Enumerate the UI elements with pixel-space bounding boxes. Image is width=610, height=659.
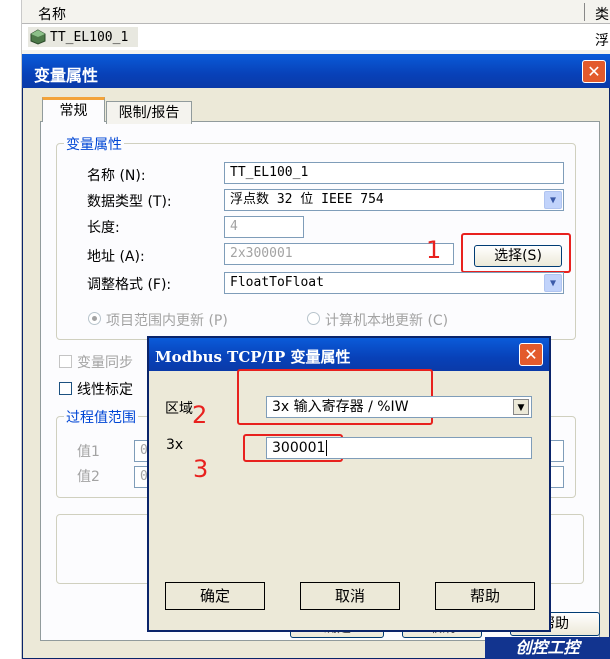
watermark: 创控工控 xyxy=(485,637,610,659)
chevron-down-icon[interactable]: ▼ xyxy=(544,274,562,292)
format-select[interactable]: FloatToFloat ▼ xyxy=(224,272,564,294)
modbus-cancel-button[interactable]: 取消 xyxy=(300,582,400,610)
address-3x-label: 3x xyxy=(166,437,184,453)
process-value-title: 过程值范围 xyxy=(64,407,138,427)
select-button[interactable]: 选择(S) xyxy=(474,245,562,267)
address-field: 2x300001 xyxy=(224,243,454,265)
tab-general[interactable]: 常规 xyxy=(42,97,105,122)
format-label: 调整格式 (F): xyxy=(87,277,172,293)
modbus-close-button[interactable]: ✕ xyxy=(519,343,543,366)
length-label: 长度: xyxy=(87,220,120,236)
list-row-name: TT_EL100_1 xyxy=(50,30,129,45)
modbus-ok-button[interactable]: 确定 xyxy=(165,582,265,610)
annotation-3: 3 xyxy=(193,455,209,483)
list-header xyxy=(22,0,610,24)
area-value: 3x 输入寄存器 / %IW xyxy=(272,399,409,415)
modbus-title: Modbus TCP/IP 变量属性 xyxy=(155,348,351,366)
column-separator[interactable] xyxy=(584,3,585,21)
close-icon: ✕ xyxy=(524,345,538,364)
datatype-select[interactable]: 浮点数 32 位 IEEE 754 ▼ xyxy=(224,189,564,211)
dialog-title: 变量属性 xyxy=(34,66,99,85)
left-strip xyxy=(0,0,22,659)
area-label: 区域 xyxy=(165,401,193,417)
name-label: 名称 (N): xyxy=(87,168,146,184)
name-field[interactable]: TT_EL100_1 xyxy=(224,162,564,184)
checkbox-linear-label: 线性标定 xyxy=(77,382,133,398)
radio-dot-icon xyxy=(92,316,97,321)
close-icon: ✕ xyxy=(587,62,601,81)
datatype-value: 浮点数 32 位 IEEE 754 xyxy=(230,192,384,207)
address-3x-value: 300001 xyxy=(272,440,326,456)
dialog-close-button[interactable]: ✕ xyxy=(582,60,606,83)
chevron-down-icon[interactable]: ▼ xyxy=(544,191,562,209)
radio-local[interactable] xyxy=(307,312,320,325)
area-select[interactable]: 3x 输入寄存器 / %IW ▼ xyxy=(266,396,532,418)
address-3x-input[interactable]: 300001 xyxy=(266,437,532,459)
tab-limits-report[interactable]: 限制/报告 xyxy=(106,101,192,124)
value1-label: 值1 xyxy=(77,444,100,460)
radio-project-wide[interactable] xyxy=(88,312,101,325)
address-label: 地址 (A): xyxy=(87,249,145,265)
group-title: 变量属性 xyxy=(64,134,124,154)
modbus-help-button[interactable]: 帮助 xyxy=(435,582,535,610)
dialog-titlebar[interactable] xyxy=(22,54,610,88)
chevron-down-icon[interactable]: ▼ xyxy=(513,399,529,415)
length-field: 4 xyxy=(224,216,304,238)
list-row-type: 浮 xyxy=(595,33,609,49)
annotation-1: 1 xyxy=(426,236,442,264)
column-header-type[interactable]: 类 xyxy=(595,4,609,24)
format-value: FloatToFloat xyxy=(230,275,324,290)
checkbox-linear-scaling[interactable] xyxy=(59,382,72,395)
variable-icon xyxy=(30,29,46,45)
radio-project-label: 项目范围内更新 (P) xyxy=(106,313,228,329)
annotation-2: 2 xyxy=(192,401,208,429)
radio-local-label: 计算机本地更新 (C) xyxy=(325,313,449,329)
column-header-name[interactable]: 名称 xyxy=(38,4,66,24)
datatype-label: 数据类型 (T): xyxy=(87,194,172,210)
value2-label: 值2 xyxy=(77,469,100,485)
checkbox-sync-label: 变量同步 xyxy=(77,355,133,371)
text-cursor xyxy=(326,440,328,456)
checkbox-variable-sync[interactable] xyxy=(59,355,72,368)
